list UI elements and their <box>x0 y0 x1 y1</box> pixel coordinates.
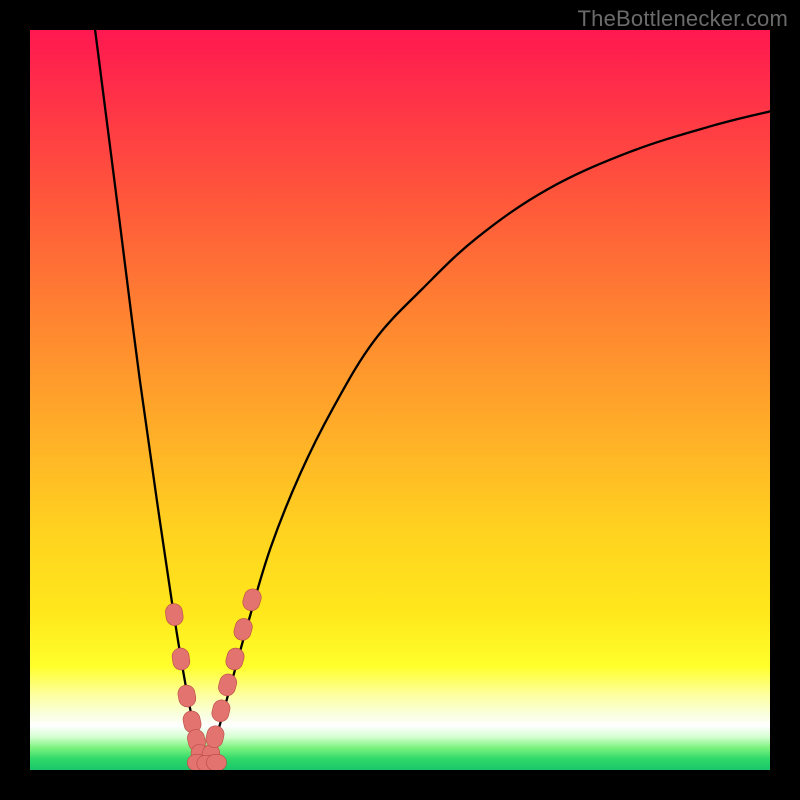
data-marker <box>171 647 191 671</box>
data-marker <box>241 587 264 613</box>
curve-layer <box>30 30 770 770</box>
curve-markers <box>164 587 263 770</box>
bottleneck-curve <box>95 30 770 763</box>
watermark-text: TheBottlenecker.com <box>578 6 788 32</box>
data-marker <box>232 616 254 642</box>
data-marker <box>206 755 226 770</box>
data-marker <box>210 698 232 723</box>
data-marker <box>164 602 184 626</box>
data-marker <box>177 684 198 709</box>
data-marker <box>216 672 238 698</box>
chart-frame: TheBottlenecker.com <box>0 0 800 800</box>
series-right-branch <box>204 111 770 762</box>
plot-area <box>30 30 770 770</box>
data-marker <box>224 646 246 672</box>
